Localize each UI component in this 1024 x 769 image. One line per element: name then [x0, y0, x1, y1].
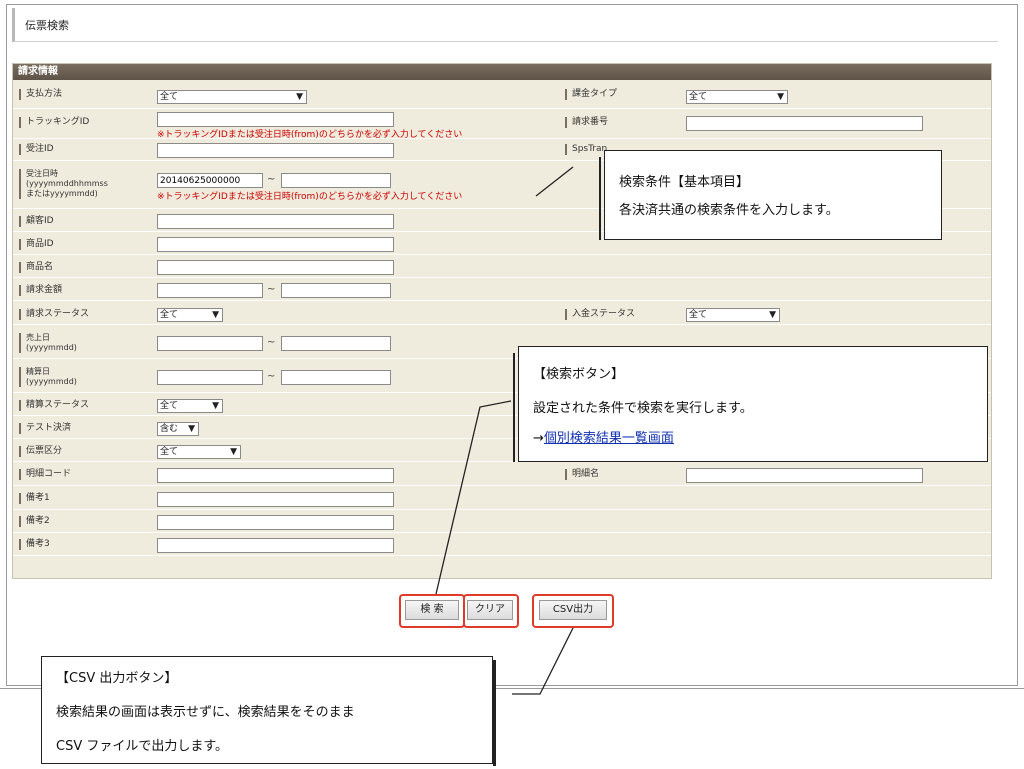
callout-csv-button: 【CSV 出力ボタン】 検索結果の画面は表示せずに、検索結果をそのまま CSV … [41, 656, 496, 766]
search-callout-connector [435, 400, 512, 595]
callout-csv-shadow [493, 660, 496, 766]
callout-search-line3: →個別検索結果一覧画面 [533, 427, 674, 446]
basic-callout-connector [535, 166, 574, 197]
callout-basic-conditions: 検索条件【基本項目】 各決済共通の検索条件を入力します。 [599, 150, 942, 240]
arrow-right-icon: → [533, 431, 544, 446]
callout-basic-line1: 検索条件【基本項目】 [619, 175, 750, 190]
callout-csv-line1: 【CSV 出力ボタン】 [56, 671, 178, 686]
callout-csv-line3: CSV ファイルで出力します。 [56, 739, 229, 754]
callout-search-line2: 設定された条件で検索を実行します。 [533, 401, 753, 416]
search-results-link[interactable]: 個別検索結果一覧画面 [544, 431, 674, 446]
callout-csv-line2: 検索結果の画面は表示せずに、検索結果をそのまま [56, 705, 355, 720]
callout-basic-shadow [599, 157, 601, 240]
callout-search-shadow [513, 353, 515, 462]
csv-callout-connector [512, 627, 574, 695]
callout-basic-line2: 各決済共通の検索条件を入力します。 [619, 203, 839, 218]
callout-search-line1: 【検索ボタン】 [533, 367, 625, 382]
callout-search-button: 【検索ボタン】 設定された条件で検索を実行します。 →個別検索結果一覧画面 [513, 346, 988, 462]
